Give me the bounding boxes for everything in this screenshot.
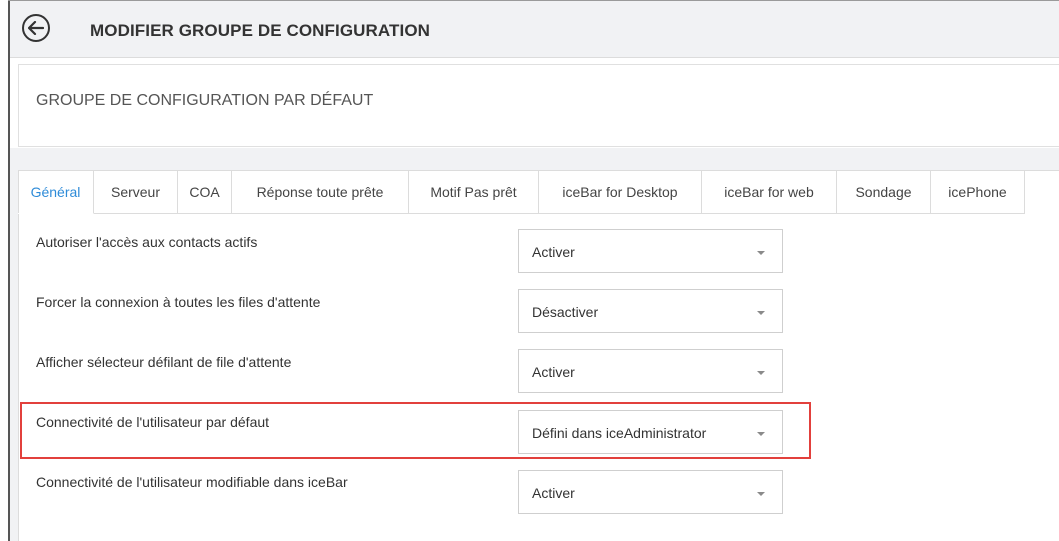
tab-serveur[interactable]: Serveur (94, 170, 178, 214)
chevron-down-icon (757, 492, 765, 496)
page-header: MODIFIER GROUPE DE CONFIGURATION (10, 1, 1059, 58)
group-name: GROUPE DE CONFIGURATION PAR DÉFAUT (36, 92, 374, 109)
tab-coa[interactable]: COA (178, 170, 232, 214)
setting-label-forcer-connexion: Forcer la connexion à toutes les files d… (36, 294, 321, 310)
tab-reponse-toute-prete[interactable]: Réponse toute prête (232, 170, 409, 214)
tab-motif-pas-pret[interactable]: Motif Pas prêt (409, 170, 539, 214)
tab-icephone[interactable]: icePhone (931, 170, 1025, 214)
chevron-down-icon (757, 371, 765, 375)
back-button[interactable] (22, 14, 50, 42)
select-selecteur-file[interactable]: Activer (518, 349, 783, 393)
tab-bar: Général Serveur COA Réponse toute prête … (18, 170, 1025, 214)
chevron-down-icon (757, 432, 765, 436)
setting-label-connectivite-modifiable: Connectivité de l'utilisateur modifiable… (36, 474, 348, 490)
select-connectivite-modifiable[interactable]: Activer (518, 470, 783, 514)
select-value: Activer (532, 485, 575, 501)
chevron-down-icon (757, 311, 765, 315)
select-connectivite-defaut[interactable]: Défini dans iceAdministrator (518, 410, 783, 454)
page-title: MODIFIER GROUPE DE CONFIGURATION (90, 21, 431, 40)
setting-label-connectivite-defaut: Connectivité de l'utilisateur par défaut (36, 414, 270, 430)
arrow-left-circle-icon (28, 21, 44, 35)
select-value: Désactiver (532, 304, 599, 320)
tab-icebar-desktop[interactable]: iceBar for Desktop (539, 170, 702, 214)
select-value: Activer (532, 364, 575, 380)
tab-sondage[interactable]: Sondage (837, 170, 931, 214)
setting-label-selecteur-file: Afficher sélecteur défilant de file d'at… (36, 354, 292, 370)
select-forcer-connexion[interactable]: Désactiver (518, 289, 783, 333)
tab-icebar-web[interactable]: iceBar for web (702, 170, 837, 214)
tab-general[interactable]: Général (18, 170, 94, 214)
setting-label-contacts-actifs: Autoriser l'accès aux contacts actifs (36, 234, 258, 250)
chevron-down-icon (757, 251, 765, 255)
select-contacts-actifs[interactable]: Activer (518, 229, 783, 273)
select-value: Activer (532, 244, 575, 260)
group-name-panel: GROUPE DE CONFIGURATION PAR DÉFAUT (18, 64, 1059, 147)
select-value: Défini dans iceAdministrator (532, 425, 707, 441)
